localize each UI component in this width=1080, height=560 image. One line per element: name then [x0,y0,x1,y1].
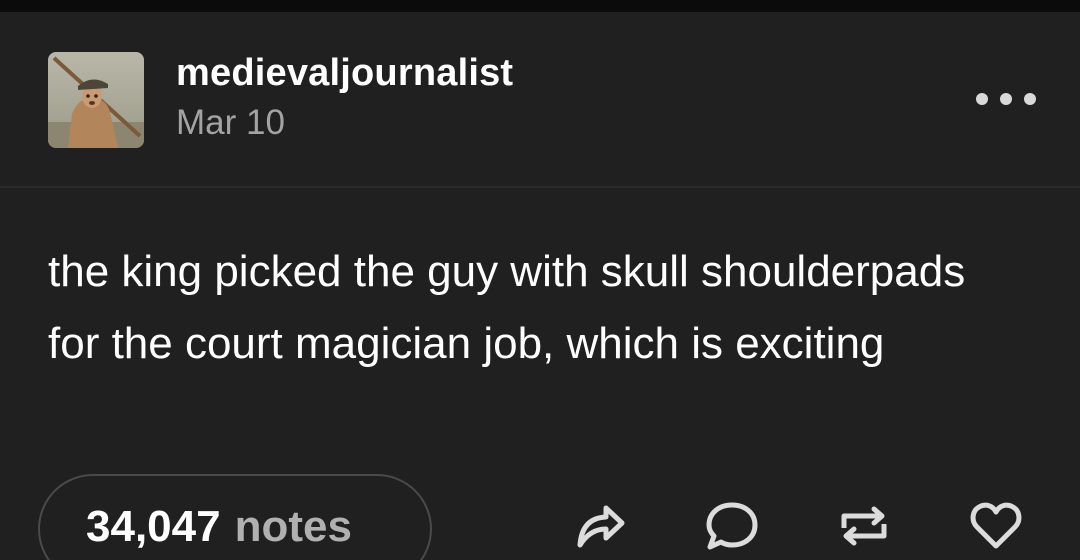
post-date: Mar 10 [176,103,285,142]
post-author-username[interactable]: medievaljournalist [176,50,513,96]
reply-icon[interactable] [704,498,760,554]
header-divider [0,186,1080,188]
notes-label: notes [234,502,352,551]
heart-icon[interactable] [968,498,1024,554]
top-edge-bar [0,0,1080,12]
notes-button[interactable]: 34,047 notes [38,474,432,560]
post-body-text: the king picked the guy with skull shoul… [48,247,966,368]
more-options-icon[interactable] [976,84,1036,114]
avatar[interactable] [48,52,144,148]
more-dot [1000,93,1012,105]
more-dot [976,93,988,105]
notes-count: 34,047 [86,502,221,551]
reblog-icon[interactable] [836,498,892,554]
share-icon[interactable] [572,498,628,554]
more-dot [1024,93,1036,105]
